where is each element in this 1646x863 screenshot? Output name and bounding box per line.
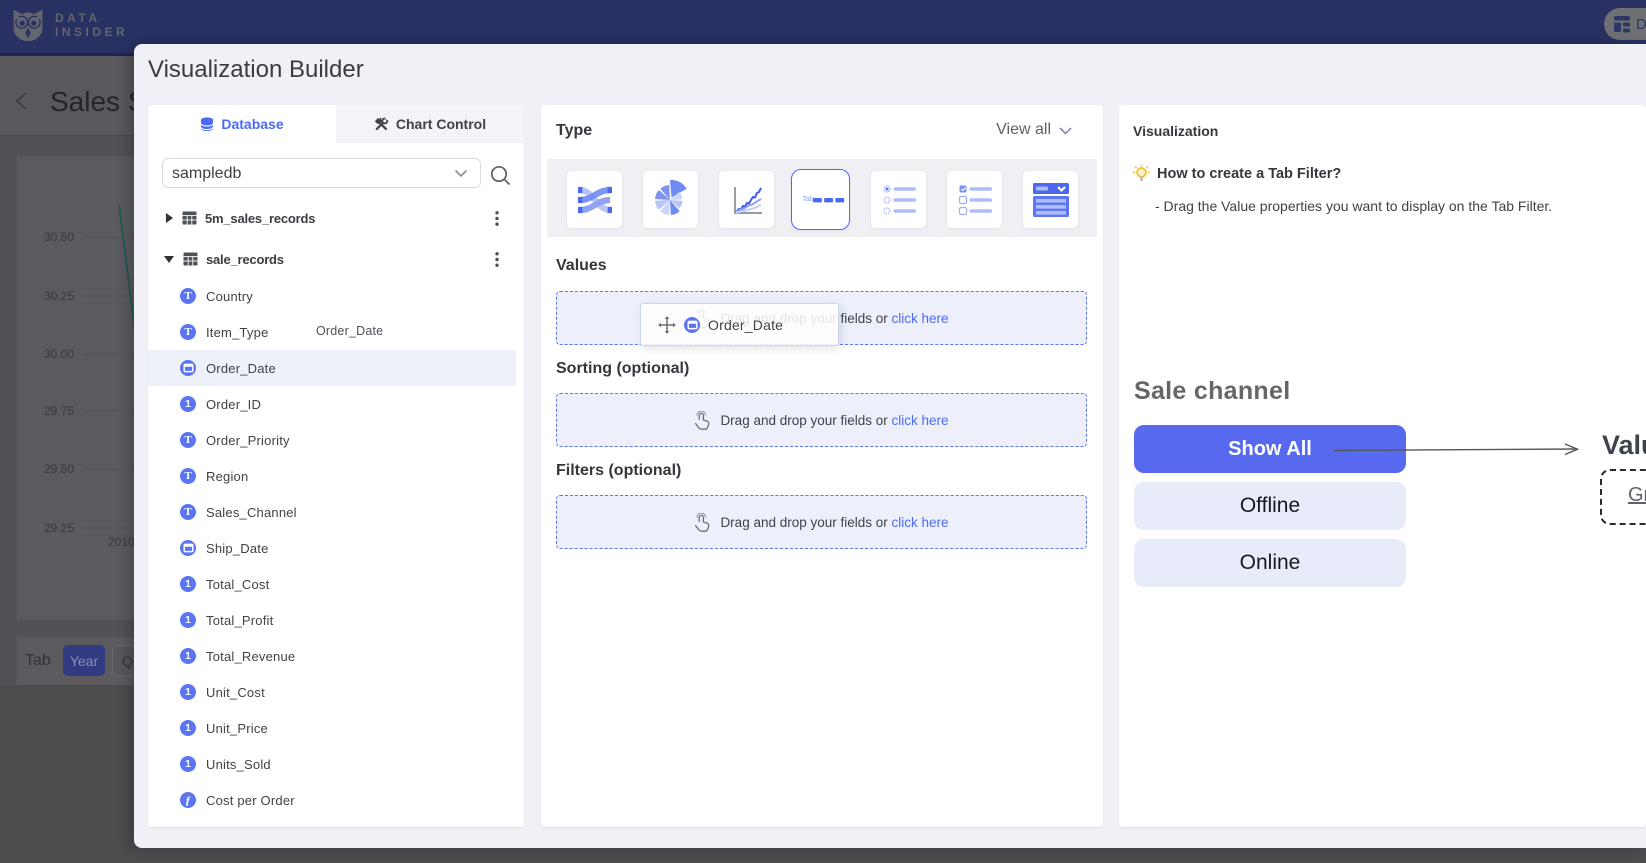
svg-text:2010: 2010 (108, 535, 134, 549)
